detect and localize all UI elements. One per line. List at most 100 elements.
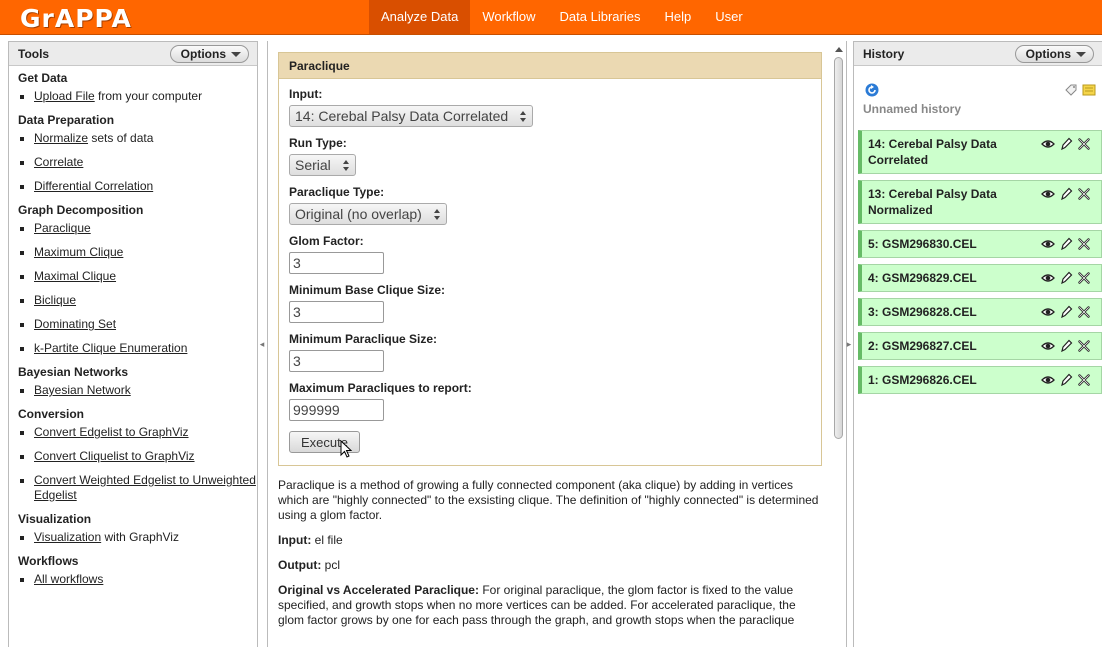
tool-link[interactable]: Dominating Set (34, 317, 116, 331)
glom-factor-input[interactable] (289, 252, 384, 274)
tool-link[interactable]: Maximum Clique (34, 245, 123, 259)
nav-user[interactable]: User (703, 0, 754, 34)
eye-icon[interactable] (1041, 187, 1055, 201)
tool-link[interactable]: Bayesian Network (34, 383, 131, 397)
app-logo[interactable]: GrAPPA (20, 4, 132, 33)
history-name[interactable]: Unnamed history (863, 102, 961, 116)
delete-icon[interactable] (1077, 373, 1091, 387)
pencil-icon[interactable] (1059, 187, 1073, 201)
history-item-title[interactable]: 2: GSM296827.CEL (868, 339, 977, 353)
pencil-icon[interactable] (1059, 271, 1073, 285)
eye-icon[interactable] (1041, 373, 1055, 387)
tool-link[interactable]: Convert Cliquelist to GraphViz (34, 449, 195, 463)
history-item[interactable]: 4: GSM296829.CEL (858, 264, 1102, 292)
tool-link[interactable]: Differential Correlation (34, 179, 153, 193)
input-select[interactable]: 14: Cerebal Palsy Data Correlated (289, 105, 534, 127)
history-item[interactable]: 5: GSM296830.CEL (858, 230, 1102, 258)
tool-link[interactable]: Convert Edgelist to GraphViz (34, 425, 189, 439)
refresh-icon[interactable] (865, 83, 879, 97)
tools-header: Tools Options (9, 42, 257, 66)
max-paracliques-input[interactable] (289, 399, 384, 421)
history-item[interactable]: 3: GSM296828.CEL (858, 298, 1102, 326)
pencil-icon[interactable] (1059, 237, 1073, 251)
input-row: Input: 14: Cerebal Palsy Data Correlated (289, 87, 811, 127)
tag-icon[interactable] (1064, 83, 1078, 97)
eye-icon[interactable] (1041, 271, 1055, 285)
history-item-title[interactable]: 13: Cerebal Palsy Data Normalized (868, 187, 997, 217)
history-item-title[interactable]: 1: GSM296826.CEL (868, 373, 977, 387)
history-options-button[interactable]: Options (1014, 45, 1094, 63)
history-item-title[interactable]: 14: Cerebal Palsy Data Correlated (868, 137, 997, 167)
delete-icon[interactable] (1077, 237, 1091, 251)
eye-icon[interactable] (1041, 339, 1055, 353)
history-item-title[interactable]: 5: GSM296830.CEL (868, 237, 977, 251)
help-input-label: Input: (278, 533, 312, 547)
eye-icon[interactable] (1041, 137, 1055, 151)
history-item-actions (1041, 187, 1091, 201)
pencil-icon[interactable] (1059, 373, 1073, 387)
history-item-title[interactable]: 3: GSM296828.CEL (868, 305, 977, 319)
tool-section-title: Bayesian Networks (18, 365, 129, 379)
select-arrows-icon (342, 159, 350, 172)
history-item[interactable]: 1: GSM296826.CEL (858, 366, 1102, 394)
tool-link[interactable]: Upload File (34, 89, 95, 103)
pencil-icon[interactable] (1059, 339, 1073, 353)
nav-analyze-data[interactable]: Analyze Data (369, 0, 471, 34)
center-content: Paraclique Input: 14: Cerebal Palsy Data… (268, 41, 832, 647)
scrollbar-thumb[interactable] (834, 57, 843, 439)
delete-icon[interactable] (1077, 187, 1091, 201)
tool-item: Paraclique (18, 221, 257, 236)
tools-options-button[interactable]: Options (169, 45, 249, 63)
select-arrows-icon (433, 208, 441, 221)
history-item[interactable]: 13: Cerebal Palsy Data Normalized (858, 180, 1102, 224)
scroll-up-icon[interactable] (833, 44, 844, 55)
history-item-actions (1041, 373, 1091, 387)
glom-factor-label: Glom Factor: (289, 234, 364, 248)
nav-workflow[interactable]: Workflow (470, 0, 547, 34)
nav-help[interactable]: Help (652, 0, 703, 34)
min-base-clique-input[interactable] (289, 301, 384, 323)
history-item-actions (1041, 137, 1091, 151)
delete-icon[interactable] (1077, 339, 1091, 353)
tool-link[interactable]: Visualization (34, 530, 101, 544)
tool-link[interactable]: Maximal Clique (34, 269, 116, 283)
paraclique-type-select-value: Original (no overlap) (295, 206, 422, 222)
right-collapse-handle[interactable]: ▸ (846, 330, 852, 358)
pencil-icon[interactable] (1059, 137, 1073, 151)
run-type-select[interactable]: Serial (289, 154, 356, 176)
note-icon[interactable] (1082, 83, 1096, 97)
history-item[interactable]: 2: GSM296827.CEL (858, 332, 1102, 360)
paraclique-type-select[interactable]: Original (no overlap) (289, 203, 447, 225)
max-report-row: Maximum Paracliques to report: (289, 381, 811, 421)
eye-icon[interactable] (1041, 305, 1055, 319)
tool-link[interactable]: Normalize (34, 131, 88, 145)
min-paraclique-row: Minimum Paraclique Size: (289, 332, 811, 372)
center-scrollbar[interactable] (833, 44, 844, 647)
delete-icon[interactable] (1077, 137, 1091, 151)
eye-icon[interactable] (1041, 237, 1055, 251)
tool-description: from your computer (94, 89, 203, 103)
history-item-title[interactable]: 4: GSM296829.CEL (868, 271, 977, 285)
tool-link[interactable]: All workflows (34, 572, 103, 586)
tool-link[interactable]: k-Partite Clique Enumeration (34, 341, 187, 355)
left-collapse-handle[interactable]: ◂ (259, 330, 265, 358)
history-panel: History Options Unnamed history 14: Cere… (853, 41, 1102, 647)
help-input: Input: el file (278, 533, 822, 548)
tool-item: Bayesian Network (18, 383, 257, 398)
tool-section-title: Workflows (18, 554, 79, 568)
tool-link[interactable]: Correlate (34, 155, 83, 169)
execute-button[interactable]: Execute (289, 431, 360, 458)
tool-link[interactable]: Biclique (34, 293, 76, 307)
history-item[interactable]: 14: Cerebal Palsy Data Correlated (858, 130, 1102, 174)
min-paraclique-input[interactable] (289, 350, 384, 372)
delete-icon[interactable] (1077, 271, 1091, 285)
tool-link[interactable]: Convert Weighted Edgelist to Unweighted … (34, 473, 256, 502)
tool-section-title: Visualization (18, 512, 92, 526)
nav-data-libraries[interactable]: Data Libraries (548, 0, 653, 34)
input-select-value: 14: Cerebal Palsy Data Correlated (295, 108, 509, 124)
form-title: Paraclique (279, 53, 821, 79)
glom-factor-row: Glom Factor: (289, 234, 811, 274)
pencil-icon[interactable] (1059, 305, 1073, 319)
delete-icon[interactable] (1077, 305, 1091, 319)
tool-link[interactable]: Paraclique (34, 221, 91, 235)
